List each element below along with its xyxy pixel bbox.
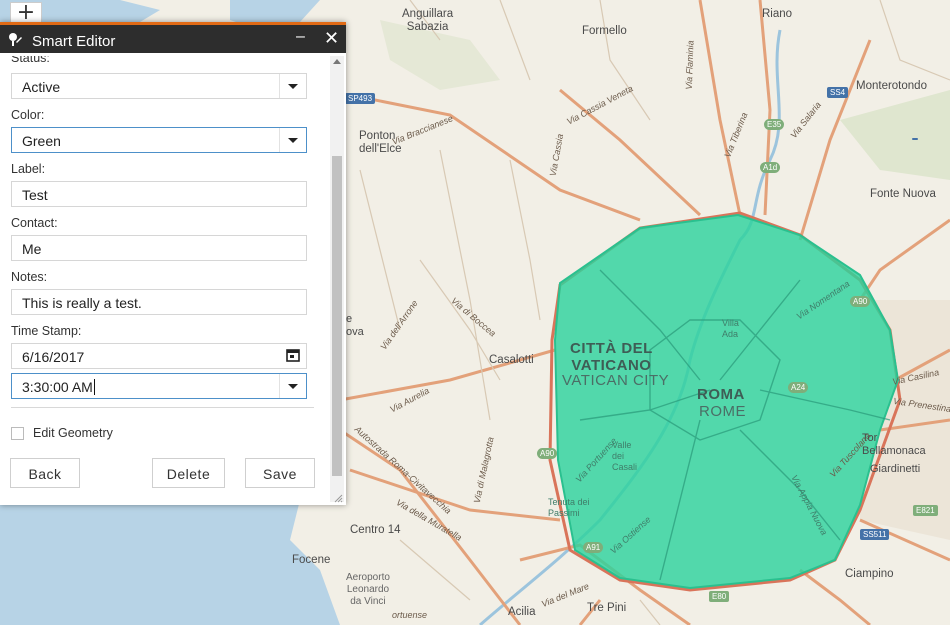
label-field-label: Label: xyxy=(11,162,46,176)
road-flaminia: Via Flaminia xyxy=(683,40,696,90)
label-aeroporto: Aeroporto Leonardo da Vinci xyxy=(346,572,390,607)
shield-ss511: SS511 xyxy=(860,529,890,540)
timestamp-label: Time Stamp: xyxy=(11,324,82,338)
color-select[interactable]: Green xyxy=(11,127,307,153)
shield-e35: E35 xyxy=(764,119,785,130)
minimize-button[interactable]: – xyxy=(296,28,305,46)
color-value: Green xyxy=(22,133,61,149)
label-giardinetti: Giardinetti xyxy=(870,463,921,475)
notes-label: Notes: xyxy=(11,270,48,284)
label-villa-ada: Villa Ada xyxy=(722,318,739,339)
editor-titlebar[interactable]: Smart Editor – ✕ xyxy=(0,25,346,53)
notes-input[interactable]: This is really a test. xyxy=(11,289,307,315)
close-button[interactable]: ✕ xyxy=(324,28,339,49)
editor-form: Status: Active Color: Green Label: Test … xyxy=(0,56,330,501)
label-riano: Riano xyxy=(762,8,793,20)
label-vaticano: CITTÀ DEL VATICANO xyxy=(570,340,653,374)
contact-label: Contact: xyxy=(11,216,58,230)
label-monterotondo: Monterotondo xyxy=(856,80,927,92)
label-vatican-city: VATICAN CITY xyxy=(562,372,670,389)
shield-a90-west: A90 xyxy=(537,448,558,459)
editor-scrollbar[interactable] xyxy=(330,56,344,502)
time-value: 3:30:00 AM xyxy=(22,379,95,395)
status-value: Active xyxy=(22,79,61,95)
label-ortuense: ortuense xyxy=(392,610,428,620)
date-value: 6/16/2017 xyxy=(22,349,85,365)
label-formello: Formello xyxy=(582,25,627,37)
shield-e821: E821 xyxy=(913,505,938,516)
back-button[interactable]: Back xyxy=(10,458,80,488)
delete-button[interactable]: Delete xyxy=(152,458,225,488)
color-label: Color: xyxy=(11,108,45,122)
label-casalotti: Casalotti xyxy=(489,354,534,366)
shield-a90-east: A90 xyxy=(850,296,871,307)
scroll-up-icon[interactable] xyxy=(333,59,341,64)
shield-blue-square xyxy=(912,138,918,140)
status-label: Status: xyxy=(11,56,50,65)
label-acilia: Acilia xyxy=(508,606,536,618)
label-tenuta: Tenuta dei Passimi xyxy=(548,497,590,518)
calendar-icon[interactable] xyxy=(280,344,306,368)
scrollbar-thumb[interactable] xyxy=(332,156,342,476)
edit-geometry-checkbox[interactable] xyxy=(11,427,24,440)
shield-ss4: SS4 xyxy=(827,87,849,98)
text-caret xyxy=(93,379,95,395)
contact-input[interactable]: Me xyxy=(11,235,307,261)
chevron-down-icon[interactable] xyxy=(279,128,306,152)
shield-a1d: A1d xyxy=(760,162,781,173)
shield-a24: A24 xyxy=(788,382,809,393)
chevron-down-icon[interactable] xyxy=(279,74,306,98)
editor-title: Smart Editor xyxy=(32,33,116,50)
label-input[interactable]: Test xyxy=(11,181,307,207)
label-centro14: Centro 14 xyxy=(350,524,401,536)
status-select[interactable]: Active xyxy=(11,73,307,99)
time-input[interactable]: 3:30:00 AM xyxy=(11,373,307,399)
label-value: Test xyxy=(22,187,48,203)
save-button[interactable]: Save xyxy=(245,458,315,488)
label-anguillara: Anguillara Sabazia xyxy=(402,8,454,33)
shield-e80: E80 xyxy=(709,591,730,602)
label-focene: Focene xyxy=(292,554,331,566)
label-ova: e ova xyxy=(346,313,364,338)
divider xyxy=(11,407,314,408)
chevron-down-icon[interactable] xyxy=(279,374,306,398)
edit-geometry-label: Edit Geometry xyxy=(33,426,113,440)
pencil-pin-icon xyxy=(9,33,22,46)
shield-sp493: SP493 xyxy=(345,93,376,104)
contact-value: Me xyxy=(22,241,42,257)
label-tre-pini: Tre Pini xyxy=(587,602,627,614)
label-fonte-nuova: Fonte Nuova xyxy=(870,188,936,200)
shield-a91: A91 xyxy=(583,542,604,553)
smart-editor-panel: Smart Editor – ✕ Status: Active Color: G… xyxy=(0,22,346,505)
resize-grip-icon[interactable] xyxy=(333,493,343,503)
notes-value: This is really a test. xyxy=(22,295,142,311)
label-roma: ROMA xyxy=(697,386,745,403)
label-rome: ROME xyxy=(699,403,746,420)
label-ciampino: Ciampino xyxy=(845,568,894,580)
date-input[interactable]: 6/16/2017 xyxy=(11,343,307,369)
